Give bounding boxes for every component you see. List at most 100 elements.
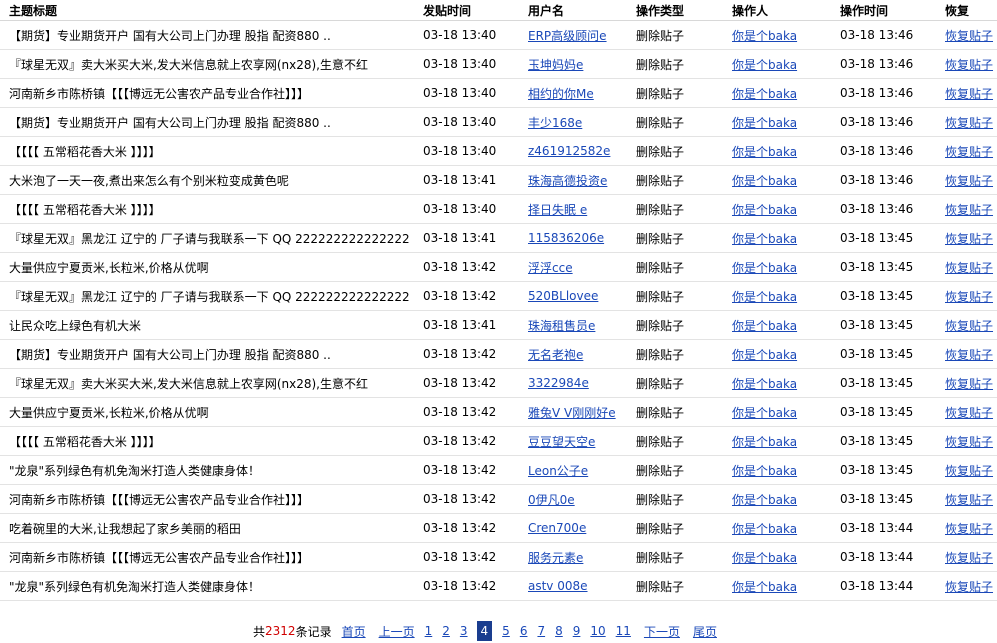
row-username-link[interactable]: 无名老袍e	[528, 348, 583, 362]
row-username-link[interactable]: 丰少168e	[528, 116, 582, 130]
row-username-link[interactable]: 择日失眠 e	[528, 203, 587, 217]
row-restore-cell: 恢复贴子	[936, 368, 997, 398]
row-operator-link[interactable]: 你是个baka	[732, 87, 797, 101]
row-restore-link[interactable]: 恢复贴子	[945, 145, 993, 159]
row-restore-link[interactable]: 恢复贴子	[945, 406, 993, 420]
row-username-link[interactable]: 0伊凡0e	[528, 493, 575, 507]
page-number-link[interactable]: 1	[425, 624, 433, 638]
row-operator-link[interactable]: 你是个baka	[732, 435, 797, 449]
page-number-link[interactable]: 2	[442, 624, 450, 638]
row-username-link[interactable]: 相约的你Me	[528, 87, 594, 101]
row-operator-link[interactable]: 你是个baka	[732, 580, 797, 594]
row-post-time: 03-18 13:42	[423, 347, 497, 361]
row-operator-link[interactable]: 你是个baka	[732, 58, 797, 72]
row-restore-link[interactable]: 恢复贴子	[945, 29, 993, 43]
row-restore-link[interactable]: 恢复贴子	[945, 435, 993, 449]
first-page-link[interactable]: 首页	[342, 623, 366, 640]
row-username-link[interactable]: 雅兔V V刚刚好e	[528, 406, 616, 420]
row-post-time-cell: 03-18 13:42	[414, 426, 519, 456]
row-operator-link[interactable]: 你是个baka	[732, 493, 797, 507]
page-number-link[interactable]: 11	[616, 624, 631, 638]
row-username-link[interactable]: 浮浮cce	[528, 261, 573, 275]
row-operator-link[interactable]: 你是个baka	[732, 232, 797, 246]
row-operator-link[interactable]: 你是个baka	[732, 174, 797, 188]
table-row: 【【【【 五常稻花香大米 】】】】 03-18 13:40 择日失眠 e 删除贴子 你是…	[0, 194, 997, 224]
row-username-cell: 3322984e	[519, 368, 627, 398]
row-restore-link[interactable]: 恢复贴子	[945, 377, 993, 391]
last-page-link[interactable]: 尾页	[693, 623, 717, 640]
row-operator-link[interactable]: 你是个baka	[732, 522, 797, 536]
row-operator-link[interactable]: 你是个baka	[732, 261, 797, 275]
row-restore-link[interactable]: 恢复贴子	[945, 203, 993, 217]
row-restore-link[interactable]: 恢复贴子	[945, 87, 993, 101]
page-number-link[interactable]: 8	[555, 624, 563, 638]
row-operator-link[interactable]: 你是个baka	[732, 348, 797, 362]
row-operator-link[interactable]: 你是个baka	[732, 406, 797, 420]
row-action-type: 删除贴子	[636, 492, 685, 507]
row-operator-link[interactable]: 你是个baka	[732, 551, 797, 565]
page-number-link[interactable]: 3	[460, 624, 468, 638]
row-operator-link[interactable]: 你是个baka	[732, 203, 797, 217]
row-username-link[interactable]: 3322984e	[528, 376, 589, 390]
row-action-type: 删除贴子	[636, 115, 685, 130]
row-username-link[interactable]: astv 008e	[528, 579, 588, 593]
row-restore-cell: 恢复贴子	[936, 49, 997, 79]
row-restore-link[interactable]: 恢复贴子	[945, 232, 993, 246]
row-restore-link[interactable]: 恢复贴子	[945, 551, 993, 565]
table-row: 『球星无双』卖大米买大米,发大米信息就上农享网(nx28),生意不红 03-18 …	[0, 49, 997, 79]
next-page-link[interactable]: 下一页	[644, 623, 680, 640]
row-username-link[interactable]: 珠海高德投资e	[528, 174, 607, 188]
row-action-type: 删除贴子	[636, 28, 685, 43]
row-restore-link[interactable]: 恢复贴子	[945, 348, 993, 362]
row-username-link[interactable]: Cren700e	[528, 521, 586, 535]
row-username-link[interactable]: 豆豆望天空e	[528, 435, 595, 449]
row-restore-link[interactable]: 恢复贴子	[945, 493, 993, 507]
row-username-link[interactable]: Leon公子e	[528, 464, 588, 478]
row-op-time: 03-18 13:45	[840, 434, 914, 448]
page-number-link[interactable]: 6	[520, 624, 528, 638]
row-operator-link[interactable]: 你是个baka	[732, 377, 797, 391]
header-title: 主题标题	[0, 0, 414, 21]
row-username-link[interactable]: ERP高级顾问e	[528, 29, 607, 43]
row-post-time: 03-18 13:41	[423, 318, 497, 332]
row-restore-link[interactable]: 恢复贴子	[945, 464, 993, 478]
page-number-link[interactable]: 7	[537, 624, 545, 638]
row-op-time: 03-18 13:46	[840, 28, 914, 42]
row-restore-link[interactable]: 恢复贴子	[945, 261, 993, 275]
row-username-link[interactable]: 珠海租售员e	[528, 319, 595, 333]
row-title: 【期货】专业期货开户 国有大公司上门办理 股指 配资880 ..	[9, 28, 331, 43]
row-restore-link[interactable]: 恢复贴子	[945, 580, 993, 594]
row-action-type-cell: 删除贴子	[627, 339, 723, 369]
row-title-cell: 大量供应宁夏贡米,长粒米,价格从优啊	[0, 252, 414, 282]
row-username-link[interactable]: 玉坤妈妈e	[528, 58, 583, 72]
row-restore-link[interactable]: 恢复贴子	[945, 174, 993, 188]
row-restore-link[interactable]: 恢复贴子	[945, 116, 993, 130]
row-restore-link[interactable]: 恢复贴子	[945, 58, 993, 72]
row-username-link[interactable]: 520BLlovee	[528, 289, 598, 303]
row-operator-link[interactable]: 你是个baka	[732, 29, 797, 43]
row-restore-link[interactable]: 恢复贴子	[945, 522, 993, 536]
row-operator-link[interactable]: 你是个baka	[732, 116, 797, 130]
page-number-link[interactable]: 5	[502, 624, 510, 638]
row-username-link[interactable]: 服务元素e	[528, 551, 583, 565]
row-operator-link[interactable]: 你是个baka	[732, 464, 797, 478]
row-action-type: 删除贴子	[636, 347, 685, 362]
row-username-link[interactable]: z461912582e	[528, 144, 610, 158]
row-operator-link[interactable]: 你是个baka	[732, 145, 797, 159]
table-row: 大米泡了一天一夜,煮出来怎么有个别米粒变成黄色呢 03-18 13:41 珠海高德投…	[0, 165, 997, 195]
prev-page-link[interactable]: 上一页	[379, 623, 415, 640]
total-suffix: 条记录	[295, 624, 332, 639]
page-number-link[interactable]: 9	[573, 624, 581, 638]
page-number-link[interactable]: 10	[590, 624, 605, 638]
row-operator-link[interactable]: 你是个baka	[732, 319, 797, 333]
current-page: 4	[476, 621, 493, 641]
row-title-cell: 河南新乡市陈桥镇【【【博远无公害农产品专业合作社】】】	[0, 78, 414, 108]
row-restore-link[interactable]: 恢复贴子	[945, 319, 993, 333]
row-username-link[interactable]: 115836206e	[528, 231, 604, 245]
row-restore-link[interactable]: 恢复贴子	[945, 290, 993, 304]
row-title: 大米泡了一天一夜,煮出来怎么有个别米粒变成黄色呢	[9, 173, 289, 188]
row-title: 让民众吃上绿色有机大米	[9, 318, 142, 333]
row-action-type-cell: 删除贴子	[627, 20, 723, 50]
row-post-time: 03-18 13:40	[423, 144, 497, 158]
row-operator-link[interactable]: 你是个baka	[732, 290, 797, 304]
